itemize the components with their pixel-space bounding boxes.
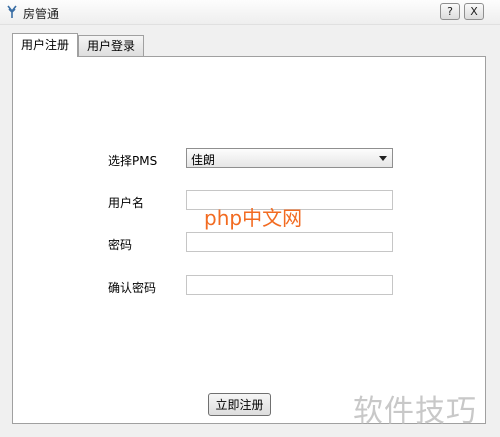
tips-watermark: 软件技巧 — [353, 394, 477, 429]
tab-login[interactable]: 用户登录 — [78, 35, 145, 56]
close-button[interactable]: X — [464, 3, 484, 20]
pms-selected-value: 佳朗 — [191, 153, 216, 167]
register-button[interactable]: 立即注册 — [208, 393, 271, 416]
tab-register[interactable]: 用户注册 — [12, 33, 79, 57]
pms-label: 选择PMS — [108, 154, 158, 168]
confirm-password-input[interactable] — [186, 275, 393, 295]
title-bar[interactable]: 房管通 ? X — [0, 0, 500, 25]
window-title: 房管通 — [23, 7, 60, 21]
app-window: 房管通 ? X 用户注册 用户登录 选择PMS 佳朗 用户名 密码 确认密码 立… — [0, 0, 500, 437]
php-watermark: php中文网 — [204, 206, 303, 230]
username-label: 用户名 — [108, 196, 145, 210]
register-panel: 选择PMS 佳朗 用户名 密码 确认密码 立即注册 — [12, 56, 486, 424]
confirm-password-label: 确认密码 — [108, 281, 157, 295]
help-button[interactable]: ? — [440, 3, 460, 20]
pms-select[interactable]: 佳朗 — [186, 148, 393, 168]
password-input[interactable] — [186, 232, 393, 252]
password-label: 密码 — [108, 238, 133, 252]
dropdown-arrow-icon — [379, 156, 387, 161]
app-logo-icon — [7, 5, 17, 18]
